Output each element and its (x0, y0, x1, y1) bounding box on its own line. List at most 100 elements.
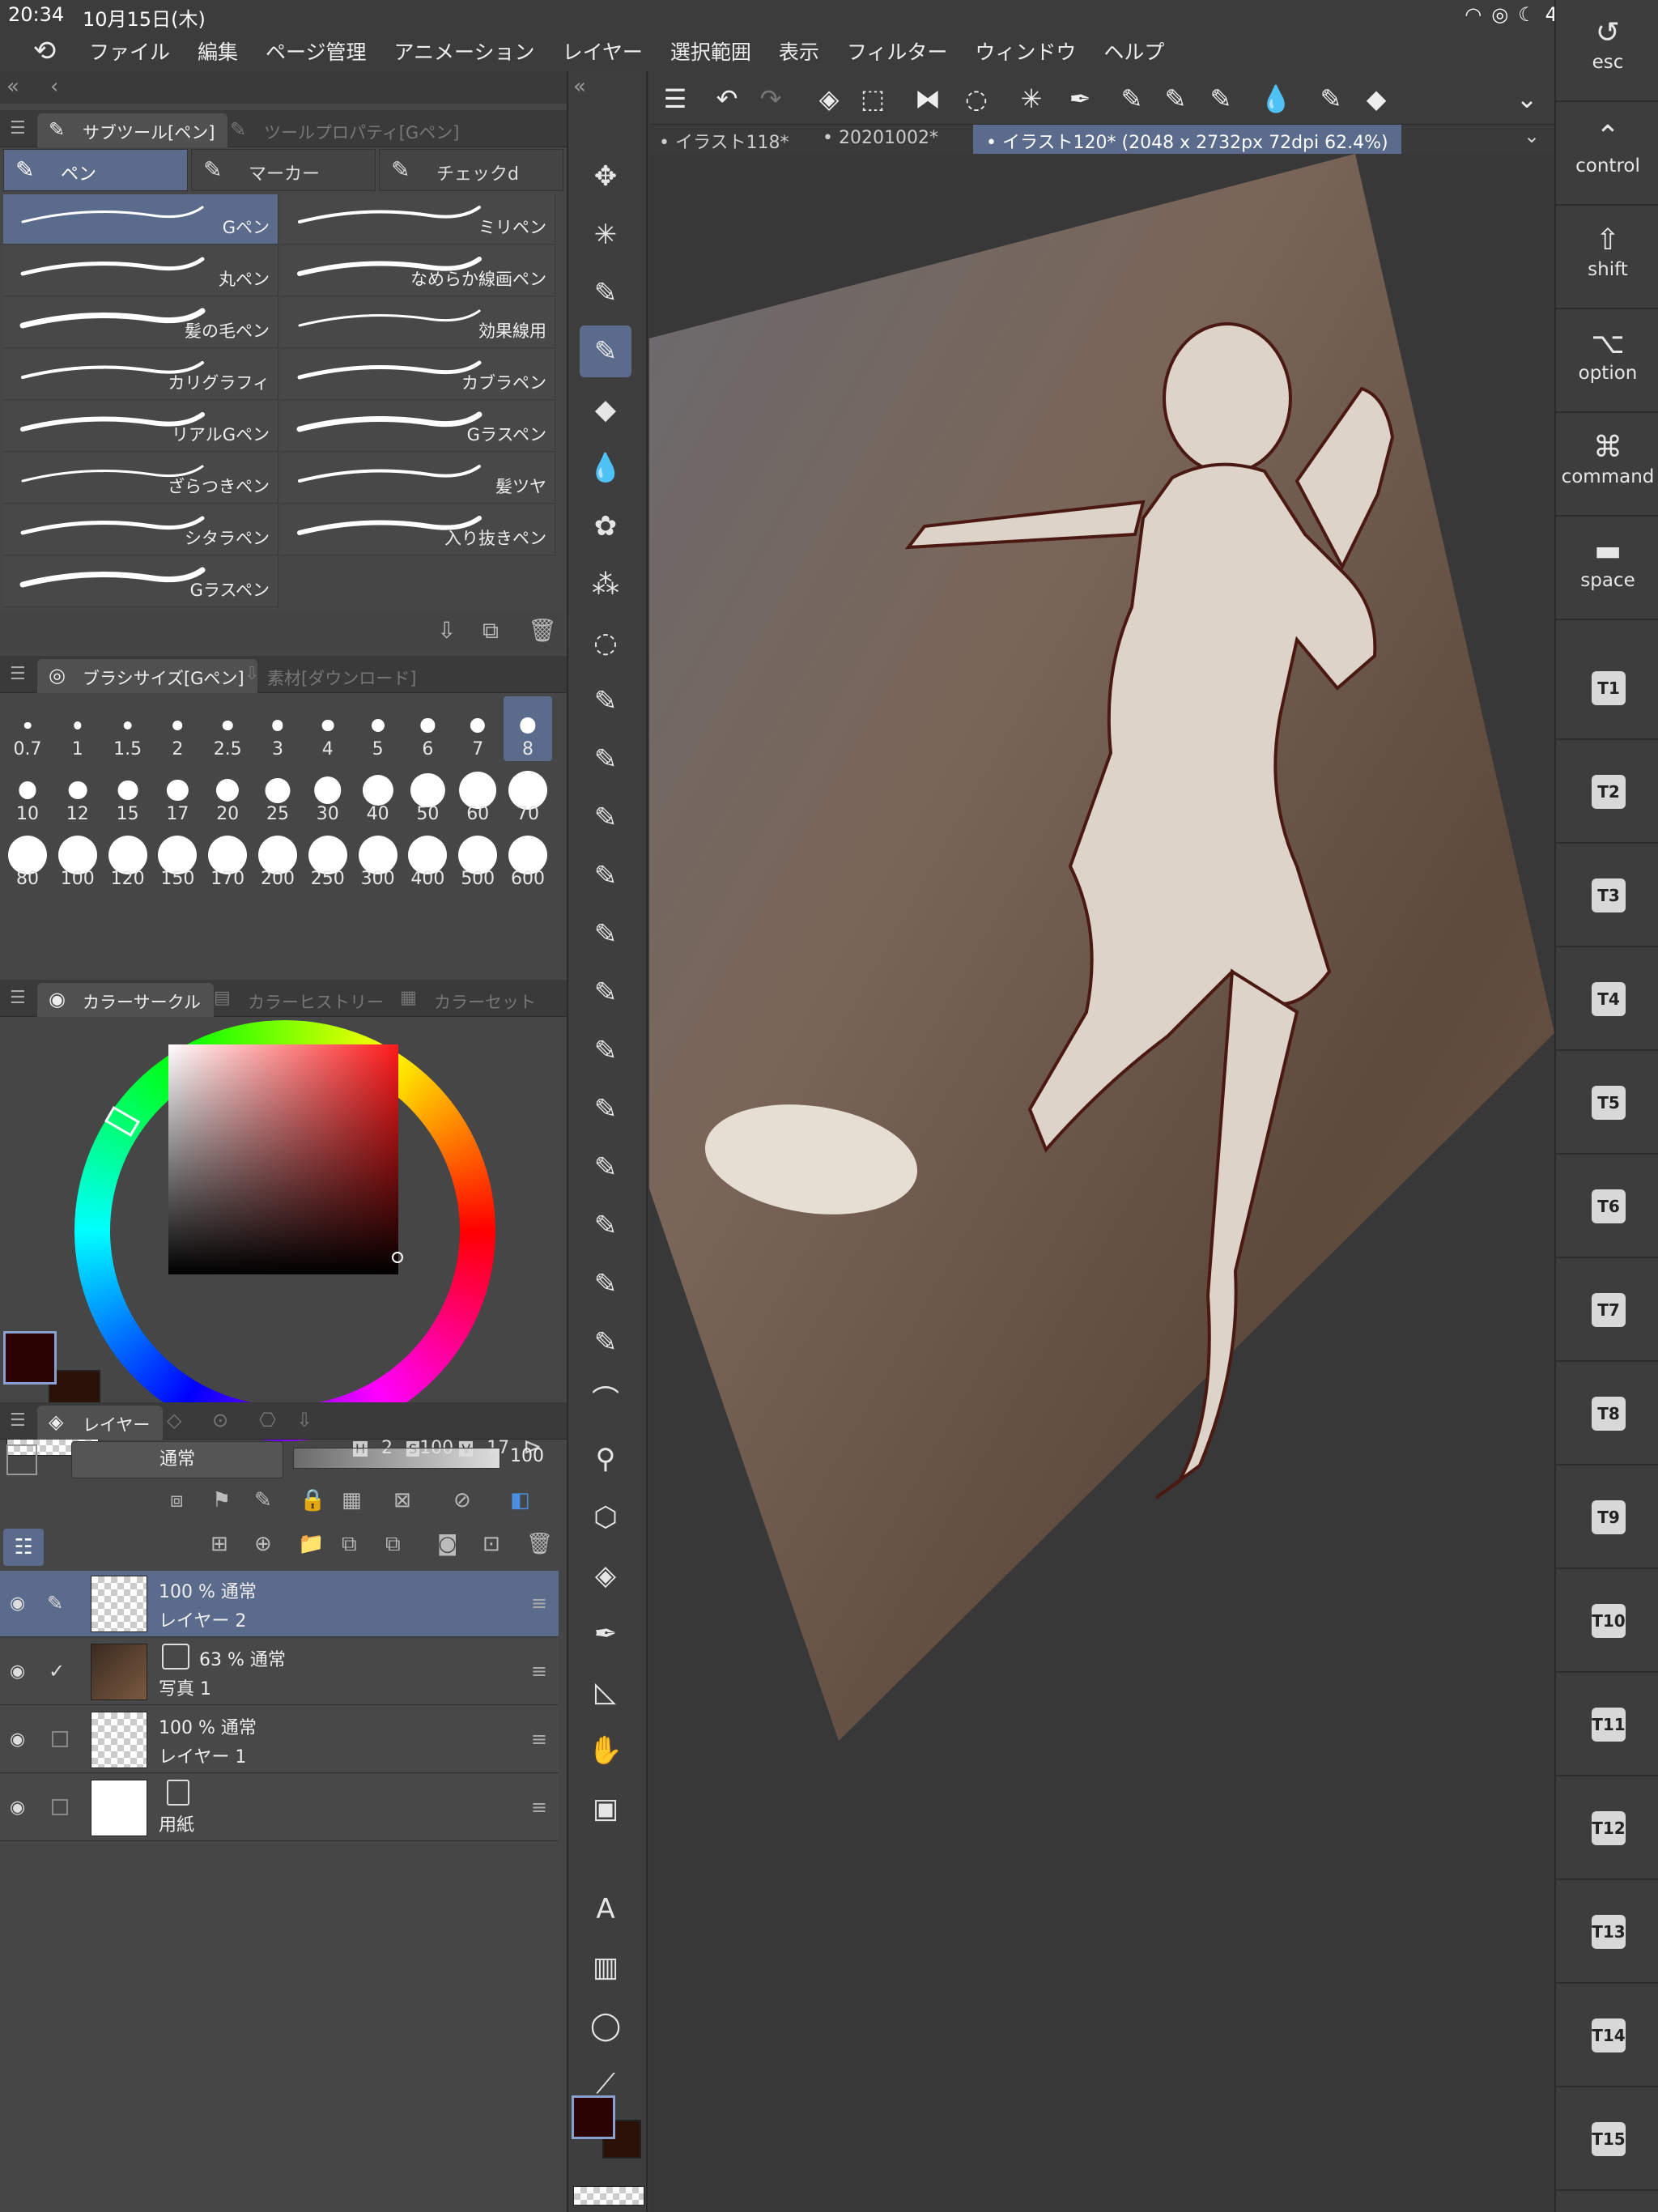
opacity-value[interactable]: 100 (510, 1446, 544, 1466)
menu-file[interactable]: ファイル (89, 36, 170, 66)
chevron-down-icon[interactable]: ⌄ (1506, 79, 1548, 118)
marker-icon[interactable]: ✎ (1154, 79, 1197, 118)
key-esc[interactable]: ↺ esc (1556, 0, 1658, 102)
tkey-t13[interactable]: T13 (1556, 1880, 1658, 1984)
eye-icon[interactable]: ◉ (10, 1661, 25, 1682)
brush-item[interactable]: なめらか線画ペン (280, 246, 555, 296)
menu-hamburger-icon[interactable]: ☰ (654, 79, 696, 118)
download-icon[interactable]: ⇩ (296, 1409, 312, 1431)
new-raster-layer-icon[interactable]: ⊞ (210, 1532, 228, 1556)
canvas-area[interactable] (649, 154, 1554, 2212)
tab-layer[interactable]: ◈ レイヤー (37, 1406, 164, 1440)
pen-icon[interactable]: ✎ (1111, 79, 1153, 118)
auto-select-tool-icon[interactable]: ✳ (580, 209, 631, 261)
brush-size-option[interactable]: 1.5 (104, 696, 152, 761)
pen-preset-icon[interactable]: ✎ (580, 1142, 631, 1193)
tab-color-set[interactable]: ▦ カラーセット (389, 983, 549, 1017)
edit-pen-icon[interactable]: ✎ (47, 1592, 63, 1614)
brush-item[interactable]: 髪の毛ペン (3, 298, 278, 348)
zoom-tool-icon[interactable]: ⚲ (580, 1433, 631, 1485)
apply-mask-icon[interactable]: ⊡ (483, 1532, 500, 1556)
pen-tool-selected-icon[interactable]: ✎ (580, 325, 631, 377)
brush-size-option[interactable]: 0.7 (3, 696, 52, 761)
key-control[interactable]: ⌃ control (1556, 104, 1658, 206)
pen-preset-icon[interactable]: ✎ (580, 792, 631, 844)
tkey-t1[interactable]: T1 (1556, 636, 1658, 740)
node-icon[interactable]: ⎔ (259, 1409, 276, 1431)
menu-layer[interactable]: レイヤー (563, 36, 643, 66)
brush-size-option[interactable]: 15 (104, 761, 152, 826)
brush-size-option[interactable]: 120 (104, 826, 152, 891)
eye-icon[interactable]: ◉ (10, 1593, 25, 1614)
pen-icon[interactable]: ✎ (1200, 79, 1242, 118)
mask-display-icon[interactable]: ⊘ (453, 1488, 471, 1512)
pen-preset-icon[interactable]: ✎ (580, 1083, 631, 1135)
brush-item[interactable]: リアルGペン (3, 402, 278, 452)
lock-transparent-icon[interactable]: ▦ (342, 1488, 362, 1512)
key-option[interactable]: ⌥ option (1556, 311, 1658, 413)
undo-icon[interactable]: ↶ (706, 79, 748, 118)
pen-tool-icon[interactable]: ✎ (580, 267, 631, 319)
brush-item[interactable]: 髪ツヤ (280, 453, 555, 504)
panel-menu-icon[interactable]: ☰ (10, 988, 26, 1008)
panel-menu-icon[interactable]: ☰ (10, 664, 26, 684)
brush-size-option[interactable]: 6 (403, 696, 452, 761)
collapse-left-icon[interactable]: « (6, 74, 19, 99)
text-tool-icon[interactable]: A (580, 1883, 631, 1935)
layer-color-checkbox[interactable] (6, 1444, 37, 1475)
brush-size-option[interactable]: 3 (253, 696, 302, 761)
layer-row-layer1[interactable]: ◉ 100 % 通常 レイヤー 1 ≡ (0, 1707, 559, 1773)
gradient-tool-icon[interactable]: ▣ (580, 1783, 631, 1835)
lock-icon[interactable]: 🔒 (300, 1488, 325, 1512)
tool-main-color-swatch[interactable] (572, 2095, 615, 2139)
layer-row-layer2[interactable]: ◉ ✎ 100 % 通常 レイヤー 2 ≡ (0, 1571, 559, 1637)
new-folder-icon[interactable]: 📁 (298, 1532, 324, 1556)
tkey-t3[interactable]: T3 (1556, 844, 1658, 947)
drag-handle-icon[interactable]: ≡ (531, 1728, 547, 1750)
collapse-icon[interactable]: « (573, 74, 586, 99)
ruler-tool-icon[interactable]: ◺ (580, 1666, 631, 1718)
brush-item[interactable]: カリグラフィ (3, 350, 278, 400)
chevron-left-icon[interactable]: ‹ (50, 74, 58, 99)
brush-size-option[interactable]: 50 (403, 761, 452, 826)
lasso-tool-icon[interactable]: ◌ (580, 617, 631, 669)
bezier-tool-icon[interactable]: ⌒ (580, 1375, 631, 1427)
tkey-t6[interactable]: T6 (1556, 1155, 1658, 1258)
brush-size-option[interactable]: 17 (153, 761, 202, 826)
subtool-group-pen[interactable]: ✎ ペン (3, 149, 188, 191)
check-icon[interactable]: ✓ (49, 1660, 65, 1682)
menu-view[interactable]: 表示 (779, 36, 819, 66)
pen-preset-icon[interactable]: ✎ (580, 734, 631, 785)
blend-mode-select[interactable]: 通常 (71, 1441, 283, 1478)
tab-brushsize[interactable]: ◎ ブラシサイズ[Gペン] (37, 659, 257, 693)
eraser-tool-icon[interactable]: ◆ (580, 384, 631, 436)
brush-item[interactable]: Gラスペン (280, 402, 555, 452)
brush-size-option[interactable]: 2.5 (203, 696, 252, 761)
brush-item[interactable]: シタラペン (3, 505, 278, 555)
layer-view-toggle[interactable]: ☷ (3, 1529, 44, 1566)
clip-icon[interactable]: ⧈ (170, 1488, 184, 1513)
layer-checkbox[interactable] (52, 1731, 68, 1747)
layer-row-paper[interactable]: ◉ 用紙 ≡ (0, 1775, 559, 1841)
menu-help[interactable]: ヘルプ (1103, 36, 1164, 66)
brush-size-option[interactable]: 1 (53, 696, 102, 761)
auto-select-icon[interactable]: ✳ (1010, 79, 1052, 118)
tkey-t15[interactable]: T15 (1556, 2087, 1658, 2191)
tab-tool-property[interactable]: ✎ ツールプロパティ[Gペン] (219, 113, 472, 147)
layer-checkbox[interactable] (52, 1799, 68, 1815)
move-tool-icon[interactable]: ✥ (580, 151, 631, 202)
merge-lower-icon[interactable]: ⧉ (385, 1532, 401, 1557)
layer-property-icon[interactable]: ◇ (167, 1409, 181, 1431)
brush-item[interactable]: Gペン (3, 194, 278, 245)
doc-tab-2[interactable]: • 20201002* (823, 125, 938, 154)
tkey-t8[interactable]: T8 (1556, 1362, 1658, 1465)
mask-icon[interactable]: ⊠ (393, 1488, 411, 1512)
search-layer-icon[interactable]: ⊙ (212, 1409, 228, 1431)
transfer-lower-icon[interactable]: ⧉ (342, 1532, 357, 1557)
download-icon[interactable]: ⇩ (437, 617, 456, 644)
mask-add-icon[interactable]: ◙ (437, 1532, 457, 1556)
brush-size-option[interactable]: 600 (504, 826, 552, 891)
decoration-tool-icon[interactable]: ✿ (580, 500, 631, 552)
eyedropper-icon[interactable]: ✒ (1059, 79, 1101, 118)
pen-preset-icon[interactable]: ✎ (580, 850, 631, 902)
